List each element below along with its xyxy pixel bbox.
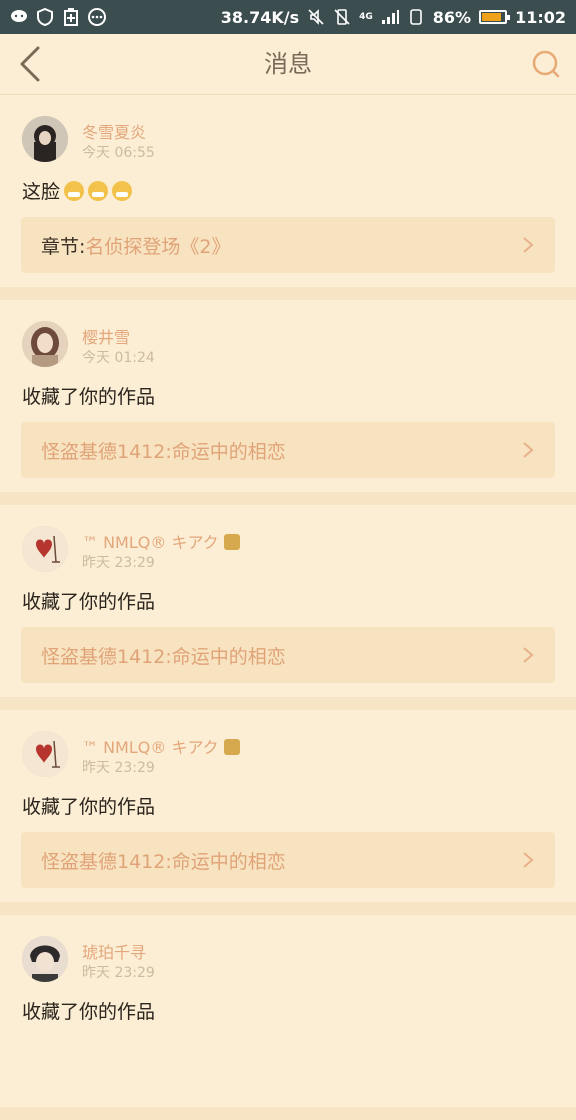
page-title: 消息 [264,50,312,78]
search-icon [532,50,560,78]
sender-name[interactable]: 冬雪夏炎 [82,119,146,143]
message-time: 昨天 23:29 [82,965,155,981]
chevron-right-icon [523,237,534,253]
message-text: 收藏了你的作品 [22,591,156,613]
message-item: 樱井雪 今天 01:24 收藏了你的作品 怪盗基德1412:命运中的相恋 [0,300,576,505]
chevron-right-icon [523,647,534,663]
sender-name[interactable]: ™ NMLQ® キアク [82,734,240,758]
message-text: 收藏了你的作品 [22,796,156,818]
status-bar: 38.74K/s 4G 86% 11:02 [0,0,576,34]
message-time: 昨天 23:29 [82,555,155,571]
mute-icon [307,8,325,26]
vip-badge-icon [223,534,240,550]
work-link[interactable]: 怪盗基德1412:命运中的相恋 [21,832,555,888]
message-text: 收藏了你的作品 [22,1001,156,1023]
shield-icon [36,8,54,26]
clock: 11:02 [515,7,566,27]
battery-saver-icon [62,8,80,26]
network-type: 4G [359,11,373,22]
sender-name[interactable]: 琥珀千寻 [82,939,146,963]
avatar[interactable] [22,116,68,162]
link-title: 怪盗基德1412:命运中的相恋 [41,850,286,873]
link-title: 名侦探登场《2》 [85,235,231,258]
work-link[interactable]: 怪盗基德1412:命运中的相恋 [21,627,555,683]
signal-icon [381,8,399,26]
message-item: 琥珀千寻 昨天 23:29 收藏了你的作品 [0,915,576,1120]
avatar[interactable] [22,731,68,777]
avatar[interactable] [22,526,68,572]
message-text: 这脸 [22,177,133,204]
chevron-right-icon [523,442,534,458]
message-item: ™ NMLQ® キアク 昨天 23:29 收藏了你的作品 怪盗基德1412:命运… [0,710,576,915]
network-speed: 38.74K/s [220,7,300,27]
link-title: 怪盗基德1412:命运中的相恋 [41,440,286,463]
vip-badge-icon [223,739,240,755]
battery-percent: 86% [432,7,472,27]
message-text: 收藏了你的作品 [22,386,156,408]
search-button[interactable] [530,48,562,80]
message-text-content: 这脸 [22,181,61,203]
message-time: 昨天 23:29 [82,760,155,776]
vibrate-off-icon [333,8,351,26]
message-list: 冬雪夏炎 今天 06:55 这脸 章节: 名侦探登场《2》 樱井雪 今天 01:… [0,95,576,1120]
sender-name-text: ™ NMLQ® キアク [82,533,219,552]
grin-emoji-icon [88,181,109,201]
battery-icon [479,10,511,24]
navigation-bar: 消息 [0,34,576,95]
chevron-right-icon [523,852,534,868]
sender-name[interactable]: 樱井雪 [82,324,130,348]
link-title: 怪盗基德1412:命运中的相恋 [41,645,286,668]
work-link[interactable]: 章节: 名侦探登场《2》 [21,217,555,273]
message-time: 今天 06:55 [82,145,155,161]
more-icon [88,8,106,26]
grin-emoji-icon [64,181,85,201]
message-item: ™ NMLQ® キアク 昨天 23:29 收藏了你的作品 怪盗基德1412:命运… [0,505,576,710]
link-label: 章节: [41,235,86,258]
chat-icon [10,8,28,26]
sender-name[interactable]: ™ NMLQ® キアク [82,529,240,553]
sim-icon [407,8,425,26]
message-time: 今天 01:24 [82,350,155,366]
grin-emoji-icon [112,181,133,201]
work-link[interactable]: 怪盗基德1412:命运中的相恋 [21,422,555,478]
avatar[interactable] [22,321,68,367]
message-item: 冬雪夏炎 今天 06:55 这脸 章节: 名侦探登场《2》 [0,95,576,300]
sender-name-text: ™ NMLQ® キアク [82,738,219,757]
avatar[interactable] [22,936,68,982]
